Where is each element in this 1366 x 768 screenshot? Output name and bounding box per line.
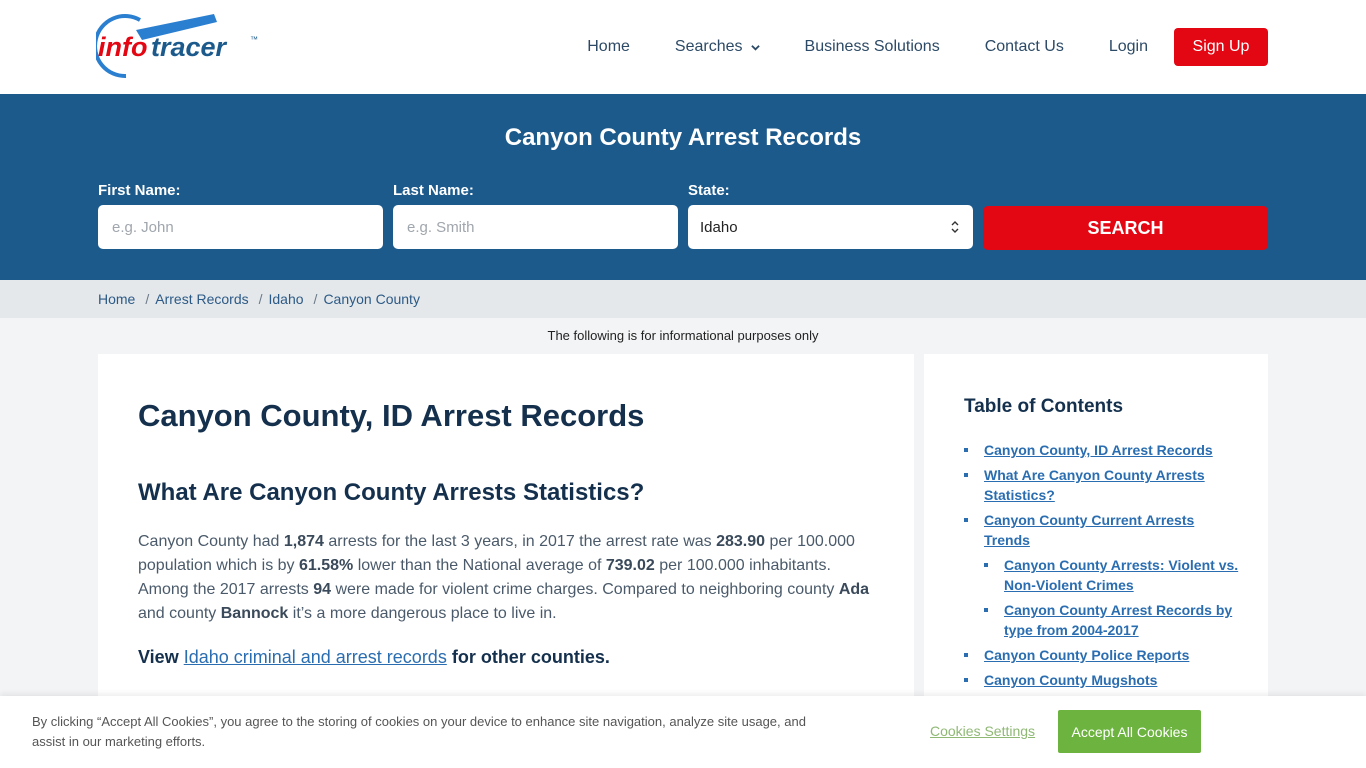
logo-tracer: tracer [151,32,228,62]
text: lower than the National average of [353,557,606,574]
state-group: State: Idaho [688,182,973,249]
main-nav: Home Searches Business Solutions Contact… [542,28,1268,66]
select-updown-icon [951,221,959,233]
page-title: Canyon County, ID Arrest Records [138,398,645,433]
cookie-text: By clicking “Accept All Cookies”, you ag… [32,714,806,749]
toc-link[interactable]: What Are Canyon County Arrests Statistic… [984,467,1205,503]
breadcrumb-separator: / [313,291,318,307]
first-name-label: First Name: [98,182,181,199]
search-button[interactable]: SEARCH [983,206,1268,250]
neighbor-county-2: Bannock [220,605,289,622]
toc-link[interactable]: Canyon County Arrest Records by type fro… [1004,602,1232,638]
accept-all-cookies-button[interactable]: Accept All Cookies [1058,710,1201,753]
toc-title: Table of Contents [964,396,1124,417]
national-average: 739.02 [605,557,655,574]
breadcrumb-home[interactable]: Home [98,291,135,307]
breadcrumb-canyon-county[interactable]: Canyon County [323,291,420,307]
toc-link[interactable]: Canyon County Mugshots [984,672,1157,688]
toc-subitem: Canyon County Arrests: Violent vs. Non-V… [984,555,1244,595]
toc-item: Canyon County Mugshots [964,670,1244,690]
text: Canyon County had [138,533,284,550]
toc-link[interactable]: Canyon County, ID Arrest Records [984,442,1213,458]
last-name-group: Last Name: e.g. Smith [393,182,678,249]
text: arrests for the last 3 years, in 2017 th… [323,533,717,550]
first-name-group: First Name: e.g. John [98,182,383,249]
text: and county [138,605,221,622]
statistics-heading: What Are Canyon County Arrests Statistic… [138,479,645,506]
magnifier-logo-icon: info tracer ™ [93,14,258,79]
state-value: Idaho [700,218,738,236]
violent-count: 94 [313,581,332,598]
state-select[interactable]: Idaho [688,205,973,249]
nav-searches[interactable]: Searches [675,38,760,56]
toc-item: Canyon County Current Arrests Trends [964,510,1244,550]
toc-link[interactable]: Canyon County Police Reports [984,647,1189,663]
idaho-records-link[interactable]: Idaho criminal and arrest records [184,647,447,667]
breadcrumb-arrest-records[interactable]: Arrest Records [155,291,248,307]
site-header: info tracer ™ Home Searches Business Sol… [0,0,1366,94]
toc-item: Canyon County, ID Arrest Records [964,440,1244,460]
nav-home[interactable]: Home [587,38,630,56]
search-hero: Canyon County Arrest Records First Name:… [0,94,1366,280]
text: View [138,647,184,667]
neighbor-county-1: Ada [838,581,870,598]
toc-item: What Are Canyon County Arrests Statistic… [964,465,1244,505]
arrests-count: 1,874 [283,533,324,550]
chevron-down-icon [750,44,760,51]
nav-contact-us[interactable]: Contact Us [985,38,1064,56]
last-name-label: Last Name: [393,182,474,199]
nav-business-solutions[interactable]: Business Solutions [805,38,940,56]
percent-lower: 61.58% [298,557,354,574]
breadcrumb-separator: / [145,291,150,307]
toc-item: Canyon County Police Reports [964,645,1244,665]
toc-list: Canyon County, ID Arrest Records What Ar… [964,440,1244,695]
infotracer-logo[interactable]: info tracer ™ [93,12,266,82]
informational-notice: The following is for informational purpo… [547,328,819,343]
logo-info: info [98,32,147,62]
first-name-input[interactable]: e.g. John [98,205,383,249]
logo-tm: ™ [250,35,258,44]
hero-title: Canyon County Arrest Records [504,124,862,151]
arrest-rate: 283.90 [716,533,766,550]
cookies-settings-link[interactable]: Cookies Settings [930,723,1035,739]
cookie-banner: By clicking “Accept All Cookies”, you ag… [0,696,1366,768]
breadcrumb: Home / Arrest Records / Idaho / Canyon C… [0,280,1366,318]
toc-link[interactable]: Canyon County Arrests: Violent vs. Non-V… [1004,557,1238,593]
nav-login[interactable]: Login [1109,38,1148,56]
state-label: State: [688,182,730,199]
statistics-paragraph: Canyon County had 1,874 arrests for the … [138,530,878,626]
signup-button[interactable]: Sign Up [1174,28,1268,66]
text: for other counties. [446,647,610,667]
toc-subitem: Canyon County Arrest Records by type fro… [984,600,1244,640]
view-other-counties: View Idaho criminal and arrest records f… [138,647,610,668]
nav-searches-label: Searches [674,38,743,55]
breadcrumb-separator: / [258,291,263,307]
breadcrumb-idaho[interactable]: Idaho [269,291,304,307]
toc-link[interactable]: Canyon County Current Arrests Trends [984,512,1194,548]
text: it’s a more dangerous place to live in. [288,605,557,622]
last-name-input[interactable]: e.g. Smith [393,205,678,249]
text: were made for violent crime charges. Com… [331,581,839,598]
